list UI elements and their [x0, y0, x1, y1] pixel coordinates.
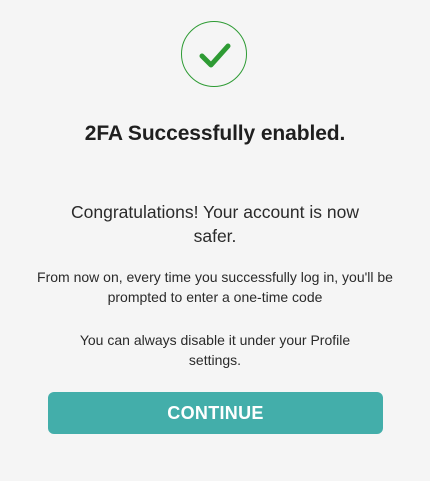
success-title: 2FA Successfully enabled. — [84, 122, 346, 145]
login-code-info-text: From now on, every time you successfully… — [37, 269, 393, 305]
success-lead-text: Congratulations! Your account is now saf… — [71, 202, 359, 246]
continue-button[interactable]: CONTINUE — [48, 392, 383, 434]
success-dialog: 2FA Successfully enabled. Congratulation… — [0, 0, 430, 481]
checkmark-circle-icon — [181, 21, 247, 87]
profile-settings-hint-text: You can always disable it under your Pro… — [79, 332, 351, 368]
